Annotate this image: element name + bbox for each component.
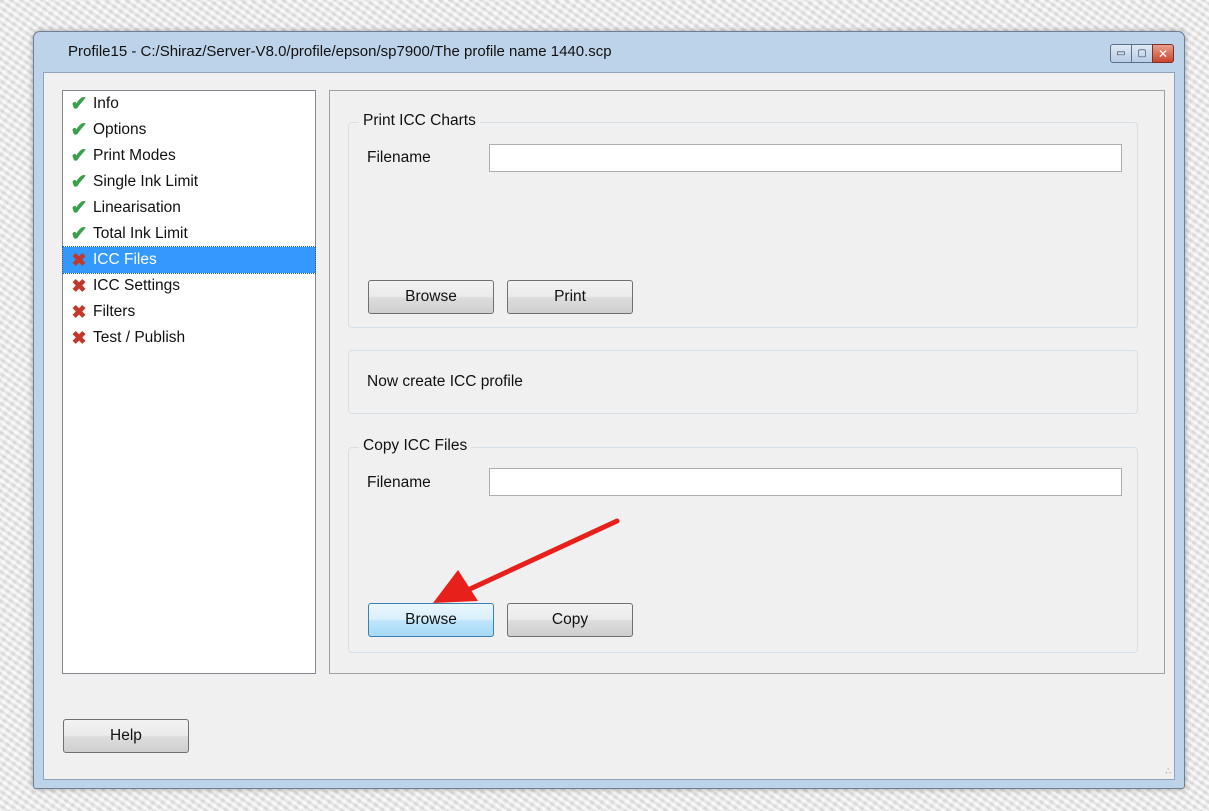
arrow-shaft	[467, 518, 620, 592]
annotation-arrow-icon	[433, 518, 620, 603]
